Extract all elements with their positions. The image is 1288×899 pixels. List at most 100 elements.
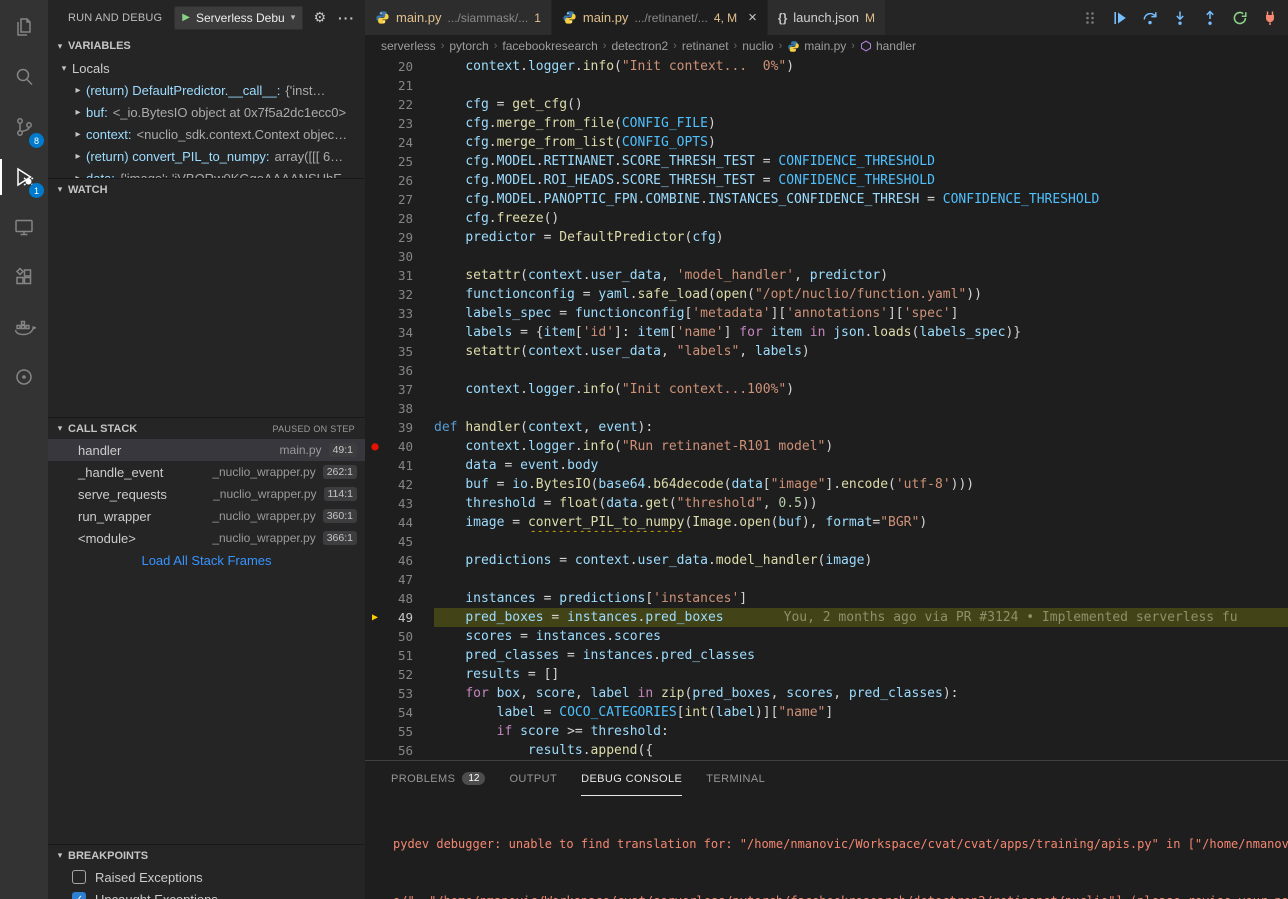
glyph-margin[interactable] bbox=[365, 323, 385, 342]
code-line[interactable]: 25 cfg.MODEL.RETINANET.SCORE_THRESH_TEST… bbox=[365, 152, 1288, 171]
code-line[interactable]: 39def handler(context, event): bbox=[365, 418, 1288, 437]
code-line[interactable]: 46 predictions = context.user_data.model… bbox=[365, 551, 1288, 570]
breadcrumb-symbol[interactable]: handler bbox=[860, 39, 916, 53]
breakpoint-dot[interactable]: ● bbox=[365, 437, 385, 456]
stack-frame[interactable]: run_wrapper _nuclio_wrapper.py 360:1 bbox=[48, 505, 365, 527]
code-line[interactable]: 30 bbox=[365, 247, 1288, 266]
breadcrumb-item[interactable]: facebookresearch bbox=[502, 39, 597, 53]
glyph-margin[interactable] bbox=[365, 684, 385, 703]
start-debugging-icon[interactable]: ▶ bbox=[182, 12, 190, 23]
glyph-margin[interactable] bbox=[365, 57, 385, 76]
load-all-stack-frames-link[interactable]: Load All Stack Frames bbox=[48, 549, 365, 571]
glyph-margin[interactable] bbox=[365, 627, 385, 646]
more-actions-icon[interactable]: ··· bbox=[338, 10, 355, 26]
code-line[interactable]: 23 cfg.merge_from_file(CONFIG_FILE) bbox=[365, 114, 1288, 133]
code-line[interactable]: 20 context.logger.info("Init context... … bbox=[365, 57, 1288, 76]
glyph-margin[interactable] bbox=[365, 228, 385, 247]
gear-icon[interactable]: ⚙ bbox=[313, 9, 326, 26]
code-line[interactable]: 53 for box, score, label in zip(pred_box… bbox=[365, 684, 1288, 703]
glyph-margin[interactable] bbox=[365, 114, 385, 133]
variables-section-header[interactable]: ▾ VARIABLES bbox=[48, 35, 365, 57]
glyph-margin[interactable] bbox=[365, 494, 385, 513]
checkbox-checked[interactable]: ✓ bbox=[72, 892, 86, 899]
source-control-icon[interactable]: 8 bbox=[0, 102, 48, 152]
code-line[interactable]: 27 cfg.MODEL.PANOPTIC_FPN.COMBINE.INSTAN… bbox=[365, 190, 1288, 209]
code-line[interactable]: 54 label = COCO_CATEGORIES[int(label)]["… bbox=[365, 703, 1288, 722]
glyph-margin[interactable] bbox=[365, 703, 385, 722]
glyph-margin[interactable] bbox=[365, 266, 385, 285]
debug-console-output[interactable]: pydev debugger: unable to find translati… bbox=[365, 796, 1288, 899]
glyph-margin[interactable] bbox=[365, 342, 385, 361]
scope-locals[interactable]: ▾ Locals bbox=[48, 57, 365, 79]
breadcrumb-item[interactable]: nuclio bbox=[742, 39, 773, 53]
code-line[interactable]: 24 cfg.merge_from_list(CONFIG_OPTS) bbox=[365, 133, 1288, 152]
glyph-margin[interactable] bbox=[365, 418, 385, 437]
breakpoints-section-header[interactable]: ▾ BREAKPOINTS bbox=[48, 844, 365, 866]
tab-terminal[interactable]: TERMINAL bbox=[706, 761, 765, 796]
code-line[interactable]: 48 instances = predictions['instances'] bbox=[365, 589, 1288, 608]
glyph-margin[interactable] bbox=[365, 665, 385, 684]
close-icon[interactable]: × bbox=[748, 10, 757, 25]
gripper-icon[interactable] bbox=[1080, 8, 1100, 28]
glyph-margin[interactable] bbox=[365, 475, 385, 494]
glyph-margin[interactable] bbox=[365, 741, 385, 760]
code-line[interactable]: 31 setattr(context.user_data, 'model_han… bbox=[365, 266, 1288, 285]
stack-frame[interactable]: _handle_event _nuclio_wrapper.py 262:1 bbox=[48, 461, 365, 483]
code-line[interactable]: 22 cfg = get_cfg() bbox=[365, 95, 1288, 114]
tab-problems[interactable]: PROBLEMS 12 bbox=[391, 761, 485, 796]
docker-icon[interactable] bbox=[0, 302, 48, 352]
code-line[interactable]: 47 bbox=[365, 570, 1288, 589]
variable-row[interactable]: ▸ data: {'image': 'iVBORw0KGgoAAAANSUhE… bbox=[48, 167, 365, 178]
code-line[interactable]: 43 threshold = float(data.get("threshold… bbox=[365, 494, 1288, 513]
code-line[interactable]: 33 labels_spec = functionconfig['metadat… bbox=[365, 304, 1288, 323]
variable-row[interactable]: ▸ context: <nuclio_sdk.context.Context o… bbox=[48, 123, 365, 145]
plugin-circle-icon[interactable] bbox=[0, 352, 48, 402]
tab-main-py-retinanet[interactable]: main.py .../retinanet/... 4, M × bbox=[552, 0, 767, 35]
chevron-collapsed-icon[interactable]: ▸ bbox=[70, 151, 86, 162]
glyph-margin[interactable] bbox=[365, 209, 385, 228]
glyph-margin[interactable] bbox=[365, 171, 385, 190]
tab-main-py-siammask[interactable]: main.py .../siammask/... 1 bbox=[365, 0, 551, 35]
breakpoint-raised-exceptions[interactable]: Raised Exceptions bbox=[48, 866, 365, 888]
variable-row[interactable]: ▸ (return) DefaultPredictor.__call__: {'… bbox=[48, 79, 365, 101]
watch-section-header[interactable]: ▾ WATCH bbox=[48, 178, 365, 200]
breadcrumb-item[interactable]: serverless bbox=[381, 39, 436, 53]
glyph-margin[interactable] bbox=[365, 361, 385, 380]
code-line[interactable]: 55 if score >= threshold: bbox=[365, 722, 1288, 741]
run-and-debug-icon[interactable]: 1 bbox=[0, 152, 48, 202]
continue-icon[interactable] bbox=[1110, 8, 1130, 28]
glyph-margin[interactable] bbox=[365, 304, 385, 323]
breadcrumb-item[interactable]: retinanet bbox=[682, 39, 729, 53]
call-stack-section-header[interactable]: ▾ CALL STACK PAUSED ON STEP bbox=[48, 417, 365, 439]
tab-debug-console[interactable]: DEBUG CONSOLE bbox=[581, 761, 682, 796]
code-line[interactable]: 32 functionconfig = yaml.safe_load(open(… bbox=[365, 285, 1288, 304]
stack-frame[interactable]: handler main.py 49:1 bbox=[48, 439, 365, 461]
step-out-icon[interactable] bbox=[1200, 8, 1220, 28]
stack-frame[interactable]: <module> _nuclio_wrapper.py 366:1 bbox=[48, 527, 365, 549]
code-line[interactable]: 29 predictor = DefaultPredictor(cfg) bbox=[365, 228, 1288, 247]
stack-frame[interactable]: serve_requests _nuclio_wrapper.py 114:1 bbox=[48, 483, 365, 505]
code-line[interactable]: 28 cfg.freeze() bbox=[365, 209, 1288, 228]
step-into-icon[interactable] bbox=[1170, 8, 1190, 28]
tab-output[interactable]: OUTPUT bbox=[509, 761, 557, 796]
search-icon[interactable] bbox=[0, 52, 48, 102]
breadcrumb-item[interactable]: pytorch bbox=[449, 39, 488, 53]
code-line[interactable]: 36 bbox=[365, 361, 1288, 380]
code-line[interactable]: 34 labels = {item['id']: item['name'] fo… bbox=[365, 323, 1288, 342]
code-line[interactable]: 37 context.logger.info("Init context...1… bbox=[365, 380, 1288, 399]
glyph-margin[interactable] bbox=[365, 285, 385, 304]
breadcrumb-file[interactable]: main.py bbox=[787, 39, 846, 53]
variable-row[interactable]: ▸ (return) convert_PIL_to_numpy: array([… bbox=[48, 145, 365, 167]
glyph-margin[interactable] bbox=[365, 589, 385, 608]
glyph-margin[interactable] bbox=[365, 190, 385, 209]
step-over-icon[interactable] bbox=[1140, 8, 1160, 28]
breakpoint-uncaught-exceptions[interactable]: ✓ Uncaught Exceptions bbox=[48, 888, 365, 899]
glyph-margin[interactable] bbox=[365, 722, 385, 741]
breadcrumb-item[interactable]: detectron2 bbox=[611, 39, 668, 53]
launch-config-dropdown[interactable]: ▶ Serverless Debu ▾ bbox=[174, 6, 303, 30]
glyph-margin[interactable] bbox=[365, 513, 385, 532]
remote-explorer-icon[interactable] bbox=[0, 202, 48, 252]
code-line[interactable]: 21 bbox=[365, 76, 1288, 95]
code-line[interactable]: ▶49 pred_boxes = instances.pred_boxesYou… bbox=[365, 608, 1288, 627]
code-line[interactable]: 38 bbox=[365, 399, 1288, 418]
